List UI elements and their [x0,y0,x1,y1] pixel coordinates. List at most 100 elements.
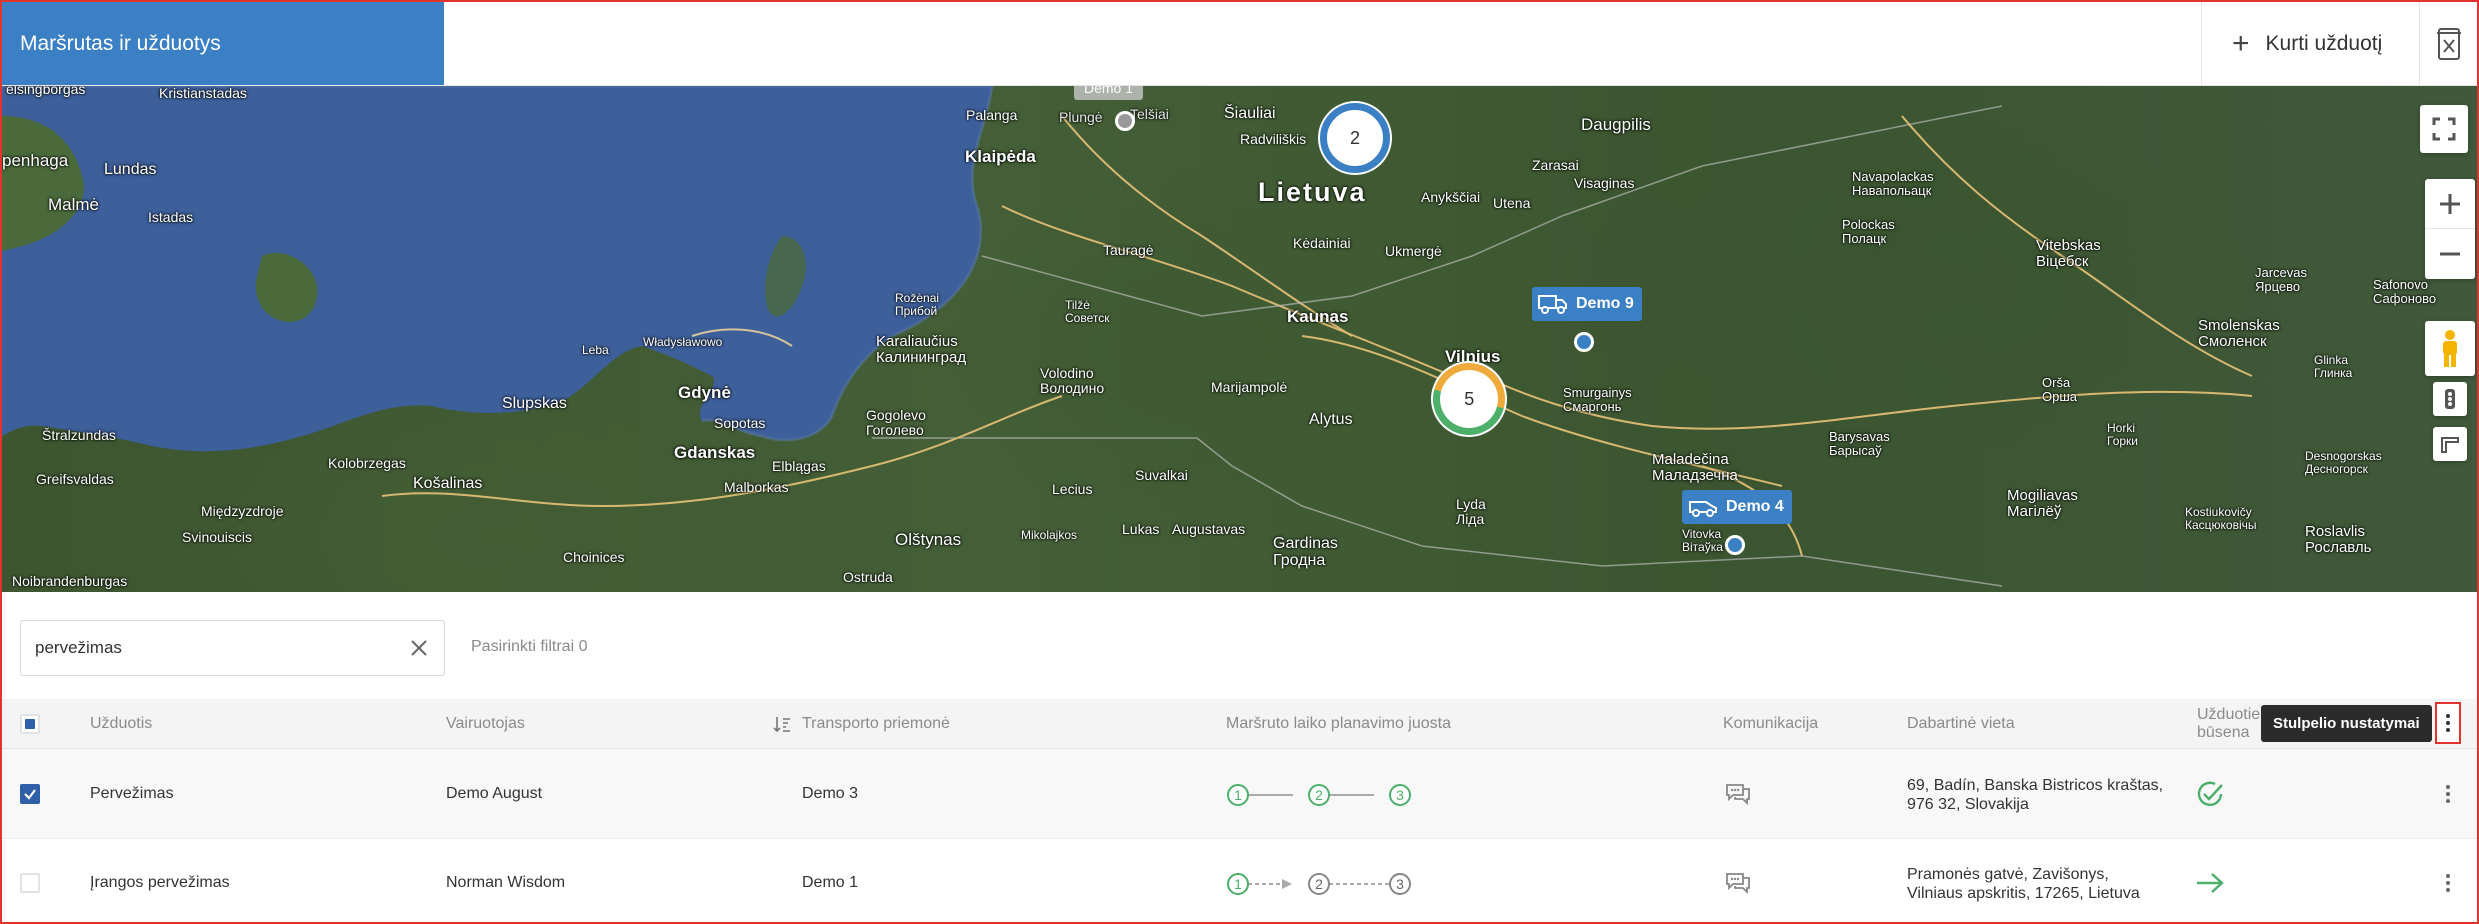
column-header-communication[interactable]: Komunikacija [1723,699,1818,749]
kebab-dot [2446,714,2450,718]
vehicle-location-dot[interactable] [1725,535,1745,555]
vehicle-tag[interactable]: Demo 9 [1532,287,1642,321]
map-label-country: Lietuva [1258,177,1367,207]
map-label-mikolajkos: Mikolajkos [1021,528,1078,542]
chat-icon[interactable] [1725,783,1751,805]
map-label-suvalkai: Suvalkai [1135,467,1188,483]
vehicle-location-dot[interactable] [1115,111,1135,131]
map-label-vitovka: Vitovka Вітаўка [1682,527,1723,554]
map-cluster[interactable]: 2 [1320,103,1390,173]
table-row[interactable]: Įrangos pervežimas Norman Wisdom Demo 1 … [2,839,2477,922]
column-header-status[interactable]: Užduoties būsena [2197,706,2268,742]
zoom-in-button[interactable] [2425,179,2475,229]
current-location: Pramonės gatvė, Zavišonys, Vilniaus apsk… [1907,865,2140,903]
row-checkbox[interactable] [20,873,40,893]
close-panel-button[interactable] [2419,2,2477,85]
map-label-klaipeda: Klaipėda [965,147,1036,166]
map-label-miedzyzdroje: Międzyzdroje [201,503,284,519]
map-label-navapolackas: Navapolackas Навапольацк [1852,169,1934,198]
map-label-wladyslawowo: Władysławowo [643,335,723,349]
vehicle-name: Demo 4 [1726,498,1784,515]
step-number: 2 [1315,787,1323,803]
route-step: 2 [1308,873,1330,895]
status-header-line1: Užduoties [2197,706,2269,723]
map-label-penhaga: penhaga [2,151,69,170]
kebab-dot [2446,874,2450,878]
column-header-driver[interactable]: Vairuotojas [446,699,525,749]
traffic-icon [2445,389,2455,409]
street-view-button[interactable] [2425,321,2475,376]
kebab-dot [2446,721,2450,725]
close-panel-icon [2436,27,2461,60]
create-task-button[interactable]: + Kurti užduotį [2201,2,2419,85]
step-number: 2 [1315,876,1323,892]
map-label-gdyne: Gdynė [678,383,731,402]
vehicle-location-dot[interactable] [1574,332,1594,352]
map-label-sopotas: Sopotas [714,415,766,431]
map-label-daugpilis: Daugpilis [1581,115,1651,134]
zoom-out-button[interactable] [2425,229,2475,279]
selected-filters-count: Pasirinkti filtrai 0 [471,638,588,655]
map-label-visaginas: Visaginas [1574,175,1635,191]
app-frame: Maršrutas ir užduotys + Kurti užduotį Li… [0,0,2479,924]
zoom-in-icon [2440,193,2460,214]
map-label-kaunas: Kaunas [1287,307,1349,326]
column-settings-tooltip: Stulpelio nustatymai [2261,705,2432,742]
search-input[interactable] [35,638,394,658]
location-line: Pramonės gatvė, Zavišonys, [1907,866,2109,883]
driver-name: Demo August [446,785,543,802]
map-label-siauliai: Šiauliai [1224,105,1276,122]
map-label-zarasai: Zarasai [1532,157,1579,173]
map-label-mogiliavas: Mogiliavas Магілёў [2007,487,2078,520]
map-label-telsiai: Telšiai [1130,106,1169,122]
select-all-checkbox[interactable] [20,714,40,734]
map-label-kostiukovicy: Kostiukovičy Касцюковічы [2185,505,2257,532]
traffic-button[interactable] [2433,382,2467,416]
map-label-smolenskas: Smolenskas Смоленск [2198,317,2280,350]
map[interactable]: Lietuva Klaipėda Kaunas Vilnius Šiauliai… [2,86,2477,592]
column-header-location[interactable]: Dabartinė vieta [1907,699,2015,749]
row-menu-button[interactable] [2436,863,2460,903]
chat-icon[interactable] [1725,872,1751,894]
map-label-utena: Utena [1493,195,1531,211]
arrow-right-icon [2197,873,2224,893]
map-label-gardinas: Gardinas Гродна [1273,535,1338,569]
sort-button[interactable] [773,699,791,749]
vehicle-tag[interactable]: Demo 4 [1682,490,1792,524]
column-header-task[interactable]: Užduotis [90,699,152,749]
table-header: Užduotis Vairuotojas Transporto priemonė… [2,699,2477,749]
map-label-olstynas: Olštynas [895,530,962,549]
map-label-slupskas: Slupskas [502,395,567,412]
row-checkbox[interactable] [20,784,40,804]
cluster-count: 5 [1463,388,1475,409]
map-label-helsingborgas: elsingborgas [6,86,86,97]
map-label-neubrandenburgas: Noibrandenburgas [12,573,128,589]
row-menu-button[interactable] [2436,774,2460,814]
vehicle-tag-faded[interactable]: Demo 1 [1074,86,1144,100]
map-label-sovetsk: Tilžė Советск [1065,298,1110,325]
map-label-ukmerge: Ukmergė [1385,243,1442,259]
column-header-vehicle[interactable]: Transporto priemonė [802,699,950,749]
ruler-icon [2441,437,2459,453]
measure-button[interactable] [2433,427,2467,461]
map-label-svinouiscis: Svinouiscis [182,529,253,545]
step-number: 3 [1396,787,1404,803]
route-timeline[interactable]: 1 2 3 [1224,781,1414,809]
map-label-elblagas: Elblągas [772,458,826,474]
kebab-dot [2446,888,2450,892]
map-label-gdanskas: Gdanskas [674,443,756,462]
task-name[interactable]: Įrangos pervežimas [90,874,230,892]
route-timeline[interactable]: 1 2 3 [1224,870,1414,898]
map-label-kolobrzegas: Kolobrzegas [328,455,406,471]
kebab-dot [2446,785,2450,789]
column-settings-button[interactable] [2435,702,2461,744]
map-label-roslavlis: Roslavlis Рославль [2305,523,2372,556]
clear-search-button[interactable] [394,621,444,675]
task-name[interactable]: Pervežimas [90,785,174,803]
route-step: 2 [1308,784,1330,806]
location-line: 976 32, Slovakija [1907,796,2029,813]
fullscreen-button[interactable] [2420,105,2468,153]
table-row[interactable]: Pervežimas Demo August Demo 3 1 2 3 69, … [2,749,2477,839]
column-header-timeline[interactable]: Maršruto laiko planavimo juosta [1226,699,1451,749]
status-header-line2: būsena [2197,724,2250,741]
